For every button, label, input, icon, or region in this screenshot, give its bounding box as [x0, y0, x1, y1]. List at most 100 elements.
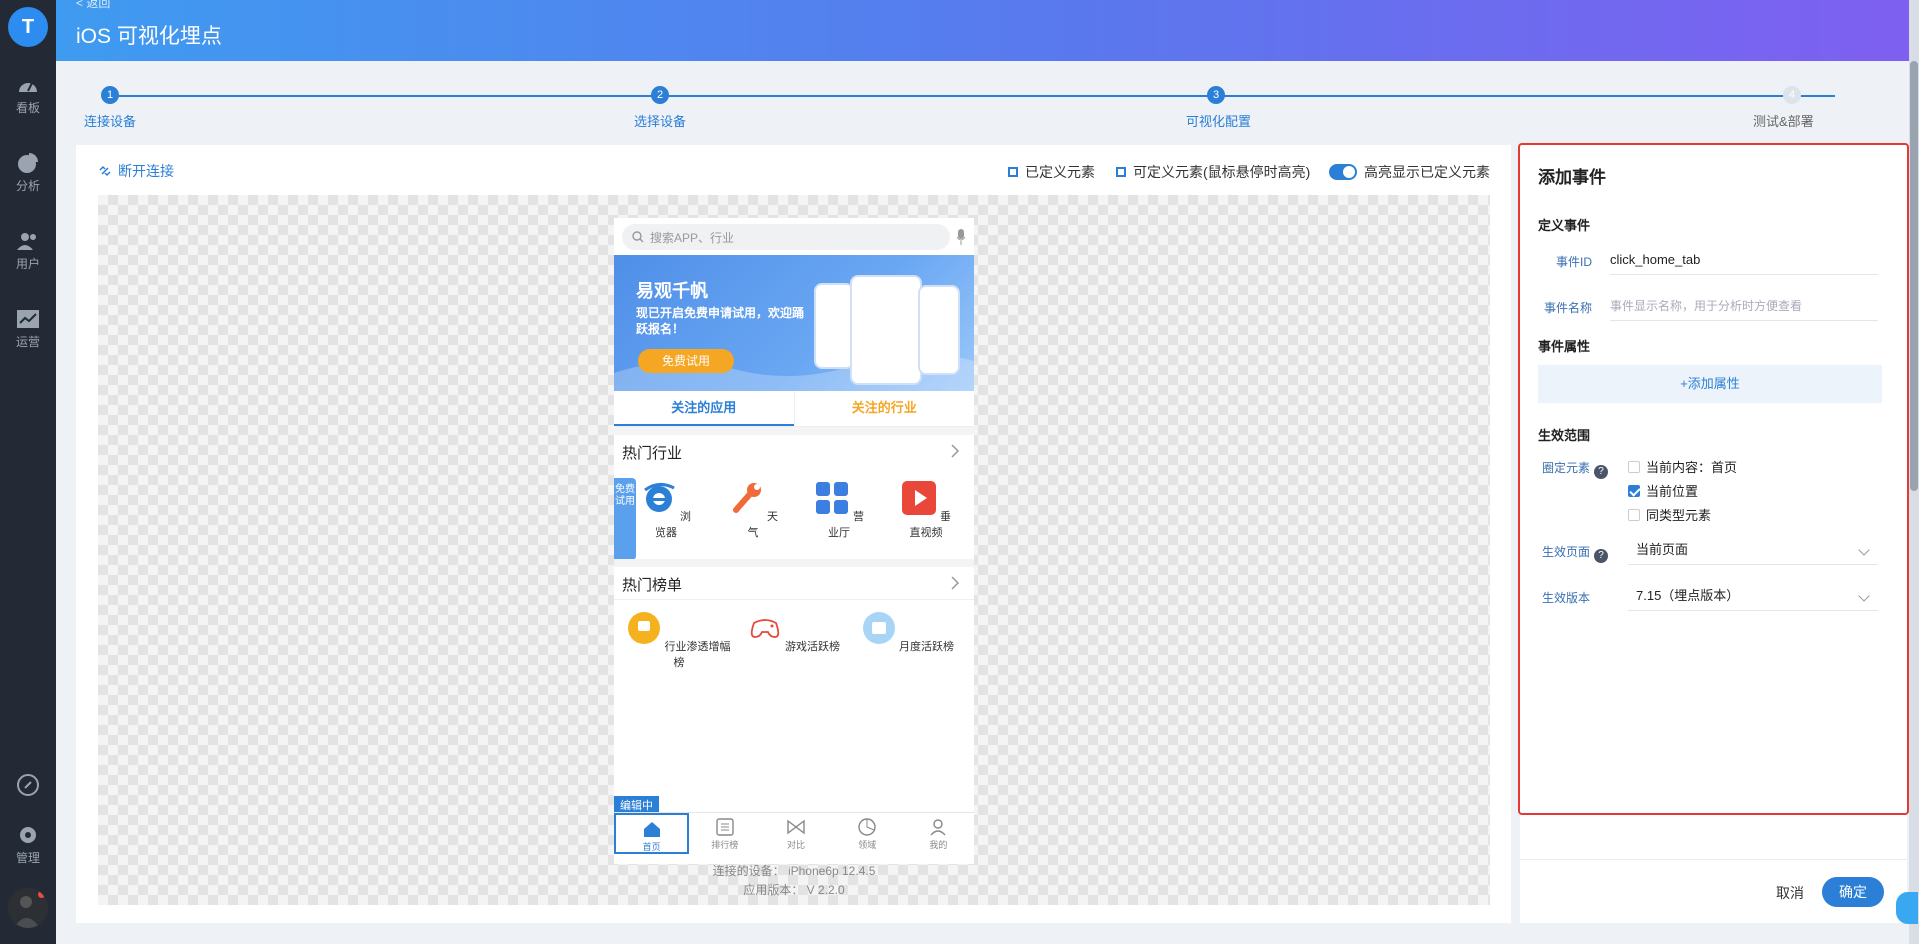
tabbar-item-ranking[interactable]: 排行榜 — [689, 813, 760, 854]
step-connector — [110, 95, 1835, 97]
sidebar-item-users[interactable]: 用户 — [0, 230, 56, 272]
sidebar: T 看板 分析 用户 运营 管理 — [0, 0, 56, 944]
users-icon — [17, 233, 36, 250]
microphone-icon[interactable] — [956, 229, 966, 245]
tabbar-item-compare[interactable]: 对比 — [760, 813, 831, 854]
legend-definable: 可定义元素(鼠标悬停时高亮) — [1116, 162, 1310, 182]
video-icon — [901, 481, 936, 515]
compare-icon — [787, 819, 805, 835]
legend-defined-label: 已定义元素 — [1025, 164, 1095, 180]
step-4-dot: 4 — [1783, 86, 1801, 104]
phone-screen: 搜索APP、行业 易观千帆 现已开启免费申请试用，欢迎踊跃报名！ 免费试用 关注… — [614, 218, 974, 864]
banner-phone-mockup — [850, 275, 922, 385]
rank-item-label: 月度活跃榜 — [899, 641, 955, 653]
highlight-toggle-group[interactable]: 高亮显示已定义元素 — [1329, 162, 1490, 182]
pie-chart-icon — [18, 153, 38, 173]
phone-tab-bar: 首页 排行榜 对比 领域 我的 — [614, 812, 974, 854]
browser-icon — [644, 483, 675, 512]
grid-icon — [815, 482, 848, 514]
rank-item-label: 行业渗透增幅榜 — [664, 641, 731, 669]
page-scrollbar[interactable] — [1909, 0, 1919, 944]
phone-search-bar[interactable]: 搜索APP、行业 — [622, 224, 950, 250]
section-hot-industry-title: 热门行业 — [622, 445, 683, 462]
tab-followed-industries[interactable]: 关注的行业 — [793, 391, 975, 426]
highlight-toggle[interactable] — [1329, 164, 1357, 180]
list-icon — [716, 818, 734, 836]
disconnect-label: 断开连接 — [118, 163, 174, 179]
app-version: 应用版本： V 2.2.0 — [743, 883, 845, 897]
domain-icon — [858, 818, 876, 836]
phone-search-placeholder: 搜索APP、行业 — [650, 230, 735, 245]
app-logo[interactable]: T — [8, 7, 48, 47]
industry-item-weather[interactable]: 天气 — [723, 480, 783, 540]
tabbar-item-label: 排行榜 — [711, 840, 739, 850]
sidebar-item-dashboard[interactable]: 看板 — [0, 74, 56, 116]
link-icon — [17, 774, 39, 796]
legend-defined-swatch — [1008, 167, 1018, 177]
sidebar-item-admin[interactable]: 管理 — [0, 824, 56, 866]
page-header: < 返回 iOS 可视化埋点 — [56, 0, 1919, 61]
tabbar-item-mine[interactable]: 我的 — [903, 813, 974, 854]
divider — [614, 599, 974, 600]
step-progress: 1 连接设备 2 选择设备 3 可视化配置 4 测试&部署 — [56, 61, 1906, 143]
sidebar-item-label: 管理 — [15, 851, 40, 865]
section-hot-rank-title: 热门榜单 — [622, 577, 683, 594]
free-trial-side-tag[interactable]: 免费试用 — [614, 478, 636, 560]
industry-item-vertical-video[interactable]: 垂直视频 — [896, 480, 956, 540]
gamepad-icon — [750, 619, 780, 638]
step-4-label: 测试&部署 — [1753, 114, 1814, 129]
tab-followed-apps[interactable]: 关注的应用 — [614, 391, 794, 426]
panel-footer-divider — [1520, 859, 1907, 860]
sidebar-item-label: 用户 — [15, 257, 40, 271]
confirm-button[interactable]: 确定 — [1822, 877, 1884, 907]
industry-item-service-hall[interactable]: 营业厅 — [809, 480, 869, 540]
chevron-right-icon[interactable] — [950, 444, 960, 458]
tabbar-item-domain[interactable]: 领域 — [832, 813, 903, 854]
search-icon — [632, 231, 644, 243]
back-link[interactable]: < 返回 — [76, 0, 110, 11]
tabbar-item-home[interactable]: 首页 — [614, 813, 690, 854]
floating-assistant-button[interactable] — [1896, 892, 1918, 924]
rank-item-game[interactable]: 游戏活跃榜 — [739, 611, 849, 654]
sidebar-item-label: 分析 — [15, 179, 40, 193]
legend-defined: 已定义元素 — [1008, 162, 1095, 182]
sidebar-item-label: 看板 — [15, 101, 40, 115]
sidebar-item-label: 运营 — [15, 335, 40, 349]
tabbar-item-label: 领域 — [858, 840, 877, 850]
step-3-dot: 3 — [1207, 86, 1225, 104]
legend-definable-label: 可定义元素(鼠标悬停时高亮) — [1133, 164, 1311, 180]
device-info: 连接的设备： iPhone6p 12.4.5 应用版本： V 2.2.0 — [614, 862, 974, 900]
gear-icon — [20, 827, 36, 843]
promo-banner[interactable]: 易观千帆 现已开启免费申请试用，欢迎踊跃报名！ 免费试用 — [614, 255, 974, 391]
free-trial-button[interactable]: 免费试用 — [638, 349, 734, 373]
section-separator — [614, 559, 974, 567]
avatar[interactable] — [8, 888, 48, 928]
step-2-label: 选择设备 — [634, 114, 687, 129]
industry-item-browser[interactable]: 浏览器 — [636, 480, 696, 540]
tabbar-item-label: 我的 — [929, 840, 948, 850]
page-title: iOS 可视化埋点 — [76, 25, 222, 48]
step-1-label: 连接设备 — [84, 114, 137, 129]
chevron-right-icon[interactable] — [950, 576, 960, 590]
rank-item-penetration[interactable]: 行业渗透增幅榜 — [624, 611, 734, 670]
step-3-label: 可视化配置 — [1186, 114, 1252, 129]
user-icon — [930, 819, 946, 836]
sidebar-item-analysis[interactable]: 分析 — [0, 152, 56, 194]
section-separator — [614, 427, 974, 435]
sidebar-item-operation[interactable]: 运营 — [0, 308, 56, 350]
banner-subtitle: 现已开启免费申请试用，欢迎踊跃报名！ — [636, 306, 805, 336]
unlink-icon — [99, 165, 111, 177]
highlight-frame — [1518, 143, 1909, 815]
rank-item-monthly[interactable]: 月度活跃榜 — [853, 611, 963, 654]
dashboard-icon — [19, 82, 37, 92]
cancel-button[interactable]: 取消 — [1776, 883, 1804, 903]
scrollbar-thumb[interactable] — [1910, 61, 1918, 491]
notification-dot — [38, 891, 45, 898]
follow-tabs: 关注的应用 关注的行业 — [614, 391, 974, 427]
step-2-dot: 2 — [651, 86, 669, 104]
sidebar-item-link[interactable] — [0, 774, 56, 796]
tabbar-item-label: 首页 — [642, 842, 661, 852]
tabbar-item-label: 对比 — [787, 840, 806, 850]
disconnect-button[interactable]: 断开连接 — [98, 161, 174, 181]
trophy-icon — [628, 612, 661, 644]
